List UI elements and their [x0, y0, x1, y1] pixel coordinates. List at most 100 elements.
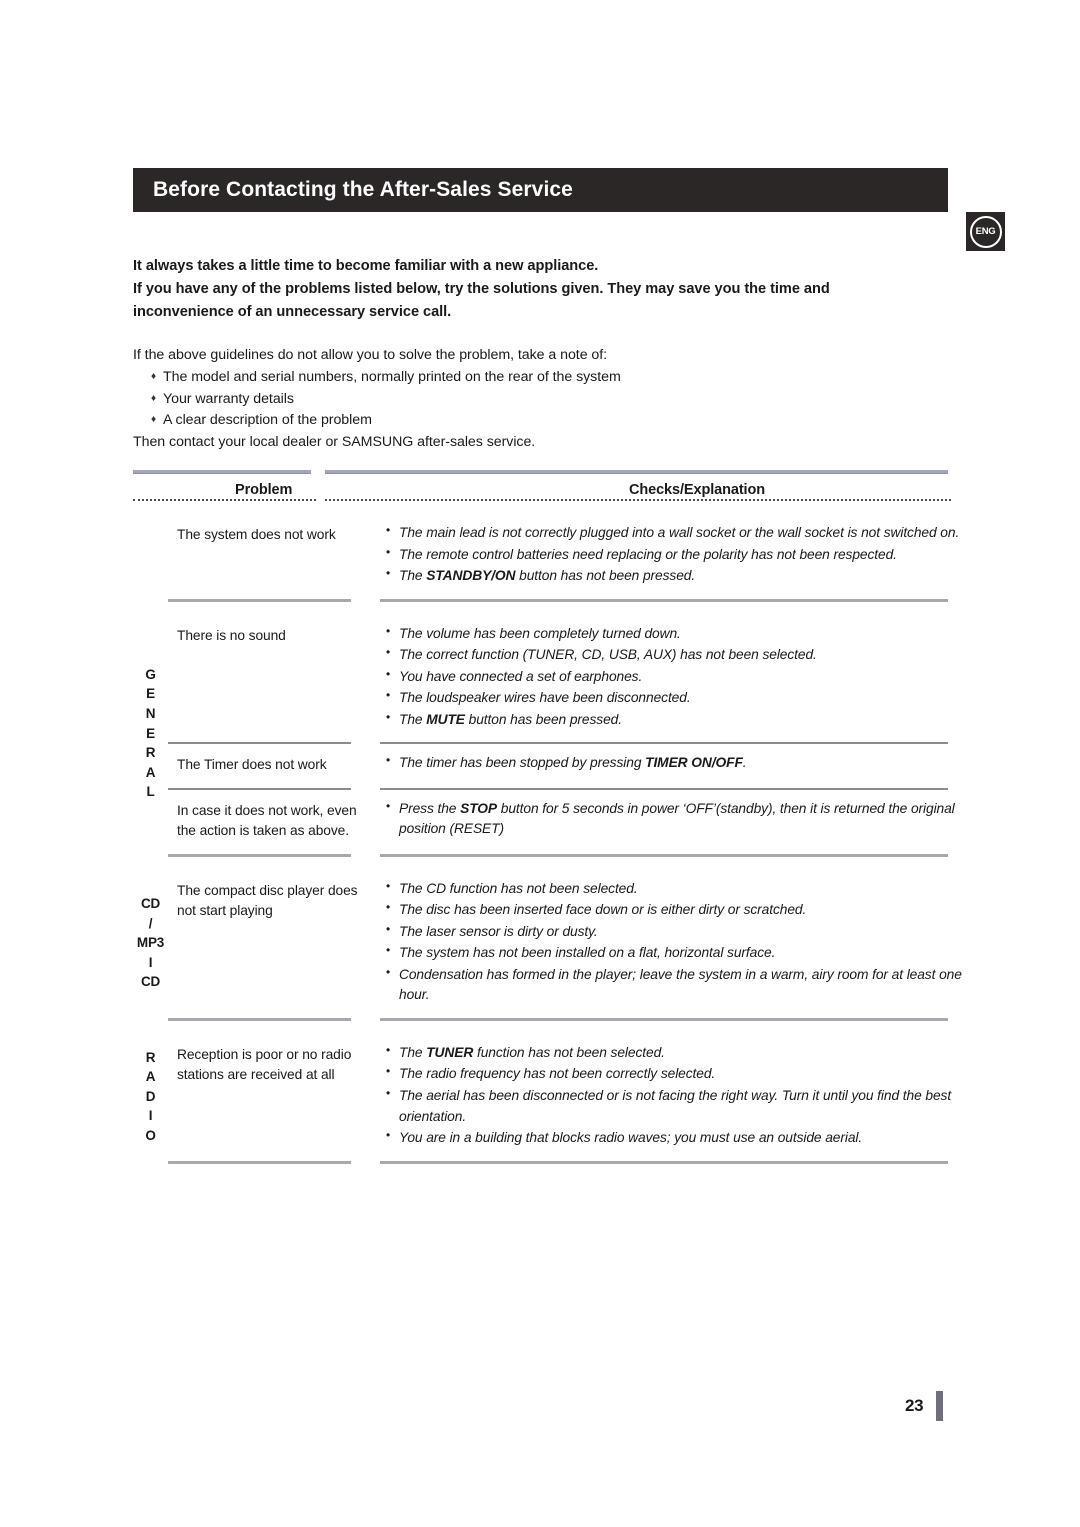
checks-list: The volume has been completely turned do… [386, 623, 963, 731]
header-rule-right [325, 470, 948, 474]
check-item: The correct function (TUNER, CD, USB, AU… [386, 644, 963, 666]
intro-normal-paragraph: If the above guidelines do not allow you… [133, 345, 963, 454]
category-letter: R [145, 1049, 156, 1065]
category-letter: A [145, 764, 156, 780]
table-header-labels: Problem Checks/Explanation [133, 482, 963, 504]
column-header-problem: Problem [229, 482, 299, 498]
category-letter: CD [140, 896, 161, 911]
category-label-cd-mp3-i-cd: CD / MP3 I CD [133, 894, 168, 992]
category-letter: G [145, 666, 156, 682]
check-item: The system has not been installed on a f… [386, 942, 963, 964]
language-badge-label: ENG [975, 225, 996, 237]
page-title-bar: Before Contacting the After-Sales Servic… [133, 168, 948, 212]
diamond-bullet-icon: ♦ [151, 414, 157, 426]
category-letter: O [145, 1127, 156, 1143]
row-separator [133, 1017, 963, 1032]
category-letter: MP3 [136, 935, 165, 951]
category-label-general: GENERAL [133, 665, 168, 802]
category-letter: CD [140, 974, 161, 990]
check-item: The CD function has not been selected. [386, 878, 963, 900]
category-letter: N [145, 706, 156, 722]
page-marker-bar [936, 1391, 944, 1421]
separator-line [168, 1017, 351, 1021]
column-gap [366, 613, 380, 743]
separator-line [168, 853, 351, 857]
diamond-bullet-icon: ♦ [151, 370, 157, 382]
intro-block: It always takes a little time to become … [133, 255, 963, 454]
category-letter: L [146, 784, 155, 800]
table-row: There is no sound The volume has been com… [133, 613, 963, 743]
intro-bold-paragraph: It always takes a little time to become … [133, 255, 963, 324]
troubleshooting-table: Problem Checks/Explanation The system do… [133, 470, 963, 1175]
problem-cell: Reception is poor or no radio stations a… [177, 1046, 352, 1083]
intro-bold-line-1: It always takes a little time to become … [133, 258, 599, 274]
intro-closing-line: Then contact your local dealer or SAMSUN… [133, 434, 536, 451]
list-item: ♦ The model and serial numbers, normally… [133, 367, 963, 389]
table-row: The Timer does not work The timer has bee… [133, 742, 963, 787]
separator-line [380, 1017, 948, 1021]
intro-bold-line-3: inconvenience of an unnecessary service … [133, 304, 452, 321]
column-gap [366, 1032, 380, 1161]
category-letter: I [148, 1108, 153, 1124]
header-rule-left [133, 470, 311, 474]
intro-bullet-text: Your warranty details [163, 390, 294, 407]
row-separator [133, 598, 963, 613]
separator-line [380, 598, 948, 602]
category-letter: E [146, 725, 155, 741]
table-row: The compact disc player does not start p… [133, 868, 963, 1018]
problem-cell: The system does not work [177, 527, 336, 542]
separator-line [380, 853, 948, 857]
page-title: Before Contacting the After-Sales Servic… [153, 178, 573, 201]
checks-cell: The volume has been completely turned do… [380, 613, 963, 743]
check-item: The laser sensor is dirty or dusty. [386, 921, 963, 943]
problem-cell: The compact disc player does not start p… [177, 882, 358, 918]
list-item: ♦ Your warranty details [133, 389, 963, 411]
check-item: The main lead is not correctly plugged i… [386, 522, 963, 544]
problem-cell: The Timer does not work [177, 757, 327, 773]
column-gap [366, 742, 380, 787]
category-letter: D [145, 1088, 156, 1104]
check-item: The disc has been inserted face down or … [386, 899, 963, 921]
category-column [133, 512, 168, 599]
intro-bullet-list: ♦ The model and serial numbers, normally… [133, 367, 963, 432]
check-item: Condensation has formed in the player; l… [386, 964, 963, 1006]
check-item: The STANDBY/ON button has not been press… [386, 565, 963, 587]
separator-line [168, 1160, 351, 1164]
row-separator [133, 1160, 963, 1175]
check-item: You are in a building that blocks radio … [386, 1127, 963, 1149]
checks-cell: The timer has been stopped by pressing T… [380, 742, 963, 787]
check-item: The volume has been completely turned do… [386, 623, 963, 645]
table-row: The system does not work The main lead is… [133, 512, 963, 599]
table-row: Reception is poor or no radio stations a… [133, 1032, 963, 1161]
intro-bullet-text: The model and serial numbers, normally p… [163, 368, 621, 385]
check-item: The remote control batteries need replac… [386, 544, 963, 566]
language-badge-ring: ENG [969, 215, 1002, 248]
check-item: The TUNER function has not been selected… [386, 1042, 963, 1064]
column-gap [366, 868, 380, 1018]
checks-list: The timer has been stopped by pressing T… [386, 752, 963, 774]
checks-cell: The CD function has not been selected.Th… [380, 868, 963, 1018]
checks-cell: The TUNER function has not been selected… [380, 1032, 963, 1161]
check-item: The aerial has been disconnected or is n… [386, 1085, 963, 1127]
checks-cell: The main lead is not correctly plugged i… [380, 512, 963, 599]
language-badge: ENG [966, 212, 1005, 251]
category-label-radio: RADIO [133, 1048, 168, 1146]
checks-list: Press the STOP button for 5 seconds in p… [386, 798, 963, 840]
separator-line [168, 598, 351, 602]
category-letter: A [145, 1069, 156, 1085]
table-row: In case it does not work, even the actio… [133, 788, 963, 854]
problem-cell: In case it does not work, even the actio… [177, 802, 357, 839]
list-item: ♦ A clear description of the problem [133, 410, 963, 432]
column-gap [366, 512, 380, 599]
checks-list: The TUNER function has not been selected… [386, 1042, 963, 1149]
check-item: The radio frequency has not been correct… [386, 1063, 963, 1085]
checks-cell: Press the STOP button for 5 seconds in p… [380, 788, 963, 854]
checks-list: The CD function has not been selected.Th… [386, 878, 963, 1006]
category-letter: I [148, 954, 153, 970]
category-letter: / [148, 915, 153, 931]
check-item: You have connected a set of earphones. [386, 666, 963, 688]
intro-bullet-text: A clear description of the problem [163, 412, 372, 429]
separator-line [380, 1160, 948, 1164]
check-item: The timer has been stopped by pressing T… [386, 752, 963, 774]
page-footer: 23 [905, 1391, 944, 1421]
